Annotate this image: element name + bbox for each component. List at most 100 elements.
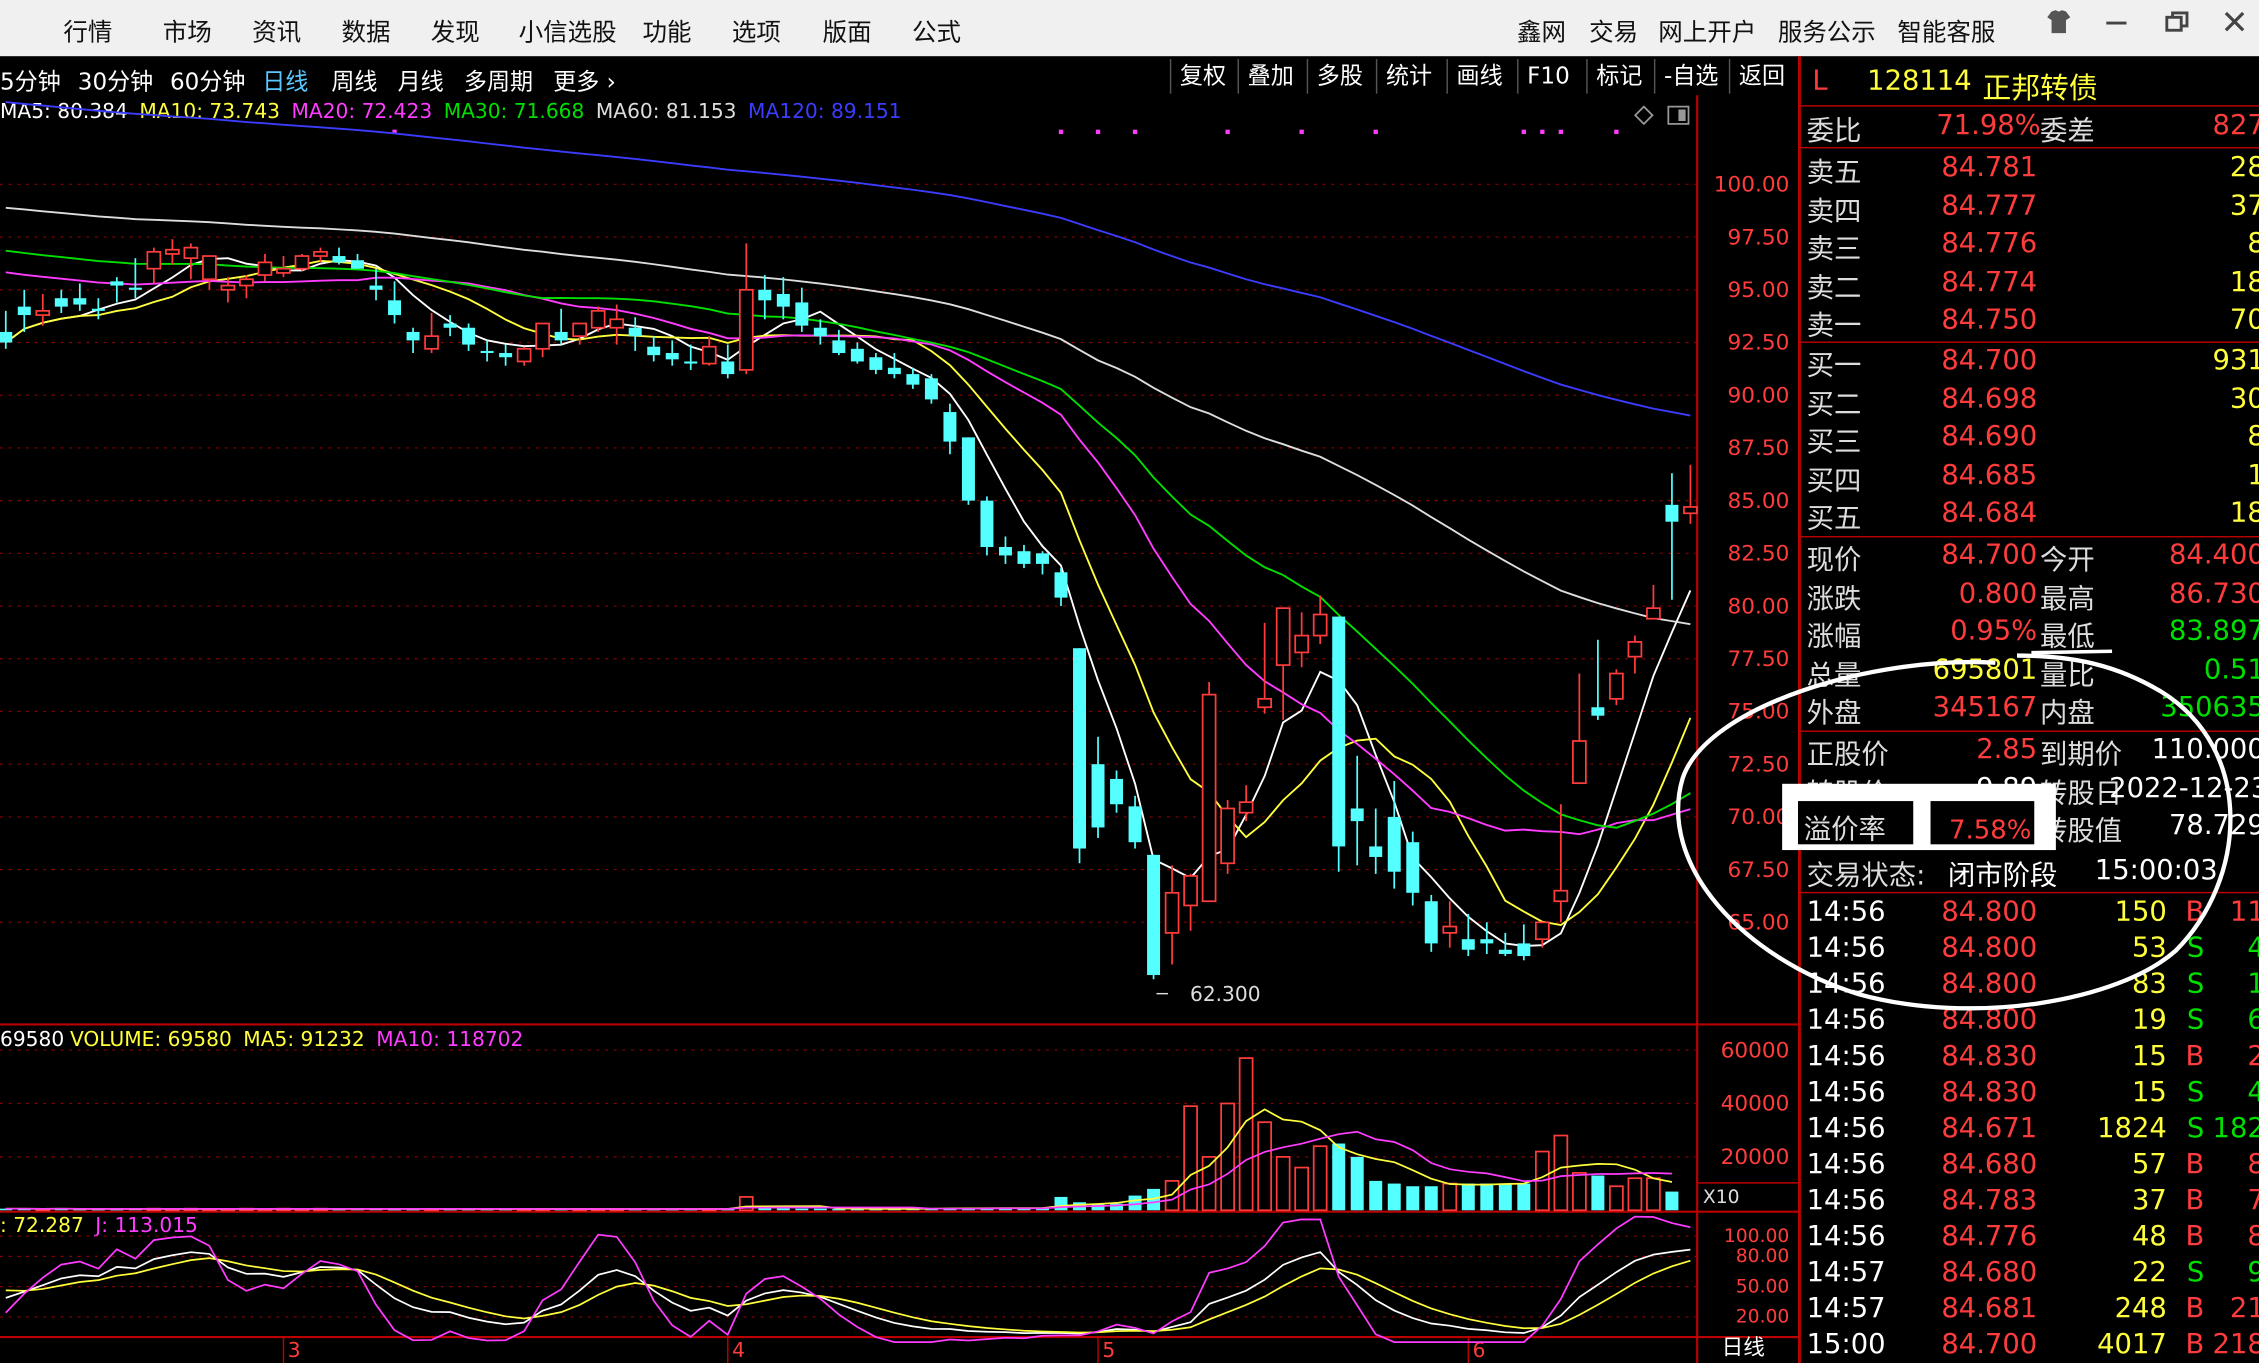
candle[interactable]	[202, 255, 217, 290]
candle[interactable]	[869, 353, 883, 375]
volume-bar[interactable]	[1646, 1177, 1661, 1212]
candle[interactable]	[832, 329, 846, 356]
minimize-icon[interactable]	[2103, 9, 2129, 42]
volume-bar[interactable]	[1332, 1143, 1346, 1211]
volume-bar[interactable]	[1609, 1185, 1624, 1212]
candle[interactable]	[257, 253, 273, 282]
menu-faxian[interactable]: 发现	[431, 12, 480, 48]
volume-bar[interactable]	[1665, 1191, 1679, 1211]
volume-bar[interactable]	[1591, 1175, 1605, 1211]
candle[interactable]	[1517, 924, 1531, 961]
volume-bar[interactable]	[1294, 1166, 1310, 1212]
candle[interactable]	[239, 275, 254, 299]
candle[interactable]	[424, 312, 439, 354]
candle[interactable]	[980, 496, 994, 556]
volume-bar[interactable]	[1498, 1183, 1512, 1211]
volume-bar[interactable]	[1257, 1121, 1272, 1212]
candle[interactable]	[1332, 616, 1346, 872]
candle[interactable]	[572, 322, 588, 345]
period-monthly[interactable]: 月线	[398, 62, 444, 97]
menu-banmian[interactable]: 版面	[823, 12, 872, 48]
candle[interactable]	[17, 289, 31, 332]
shirt-icon[interactable]	[2046, 9, 2072, 42]
event-marker[interactable]	[1095, 129, 1101, 134]
volume-bar[interactable]	[1517, 1183, 1531, 1211]
candle[interactable]	[54, 289, 68, 313]
btn-f10[interactable]: F10	[1517, 59, 1578, 94]
candle[interactable]	[535, 322, 550, 358]
menu-online-account[interactable]: 网上开户	[1658, 12, 1756, 48]
volume-bar[interactable]	[1406, 1186, 1420, 1211]
event-marker[interactable]	[1225, 129, 1230, 134]
candle[interactable]	[1665, 473, 1679, 600]
event-marker[interactable]	[1558, 129, 1564, 134]
volume-bar[interactable]	[1480, 1183, 1494, 1211]
candle[interactable]	[1017, 544, 1031, 569]
menu-zixun[interactable]: 资讯	[252, 12, 301, 48]
btn-diejia[interactable]: 叠加	[1237, 59, 1303, 94]
volume-bar[interactable]	[1312, 1145, 1328, 1212]
menu-shichang[interactable]: 市场	[163, 12, 212, 48]
candle[interactable]	[1164, 865, 1180, 965]
period-weekly[interactable]: 周线	[331, 62, 377, 97]
period-30min[interactable]: 30分钟	[78, 62, 153, 97]
candle[interactable]	[1683, 464, 1698, 524]
candle[interactable]	[406, 327, 420, 354]
candle[interactable]	[1220, 800, 1235, 874]
volume-bar[interactable]	[1275, 1156, 1291, 1212]
period-daily[interactable]: 日线	[262, 62, 308, 97]
volume-bar[interactable]	[1387, 1183, 1401, 1211]
candle[interactable]	[1147, 854, 1161, 980]
candle[interactable]	[1238, 785, 1254, 822]
menu-jiaoyi[interactable]: 交易	[1589, 12, 1638, 48]
candle[interactable]	[1591, 639, 1605, 720]
candle[interactable]	[1646, 584, 1661, 620]
menu-gongneng[interactable]: 功能	[643, 12, 692, 48]
candle[interactable]	[701, 336, 717, 366]
candle[interactable]	[294, 253, 310, 271]
volume-bar[interactable]	[1424, 1186, 1438, 1211]
event-marker[interactable]	[1521, 129, 1526, 134]
volume-bar[interactable]	[1350, 1156, 1364, 1211]
btn-zixuan[interactable]: -自选	[1653, 59, 1727, 94]
period-5min[interactable]: 5分钟	[0, 62, 61, 97]
candle[interactable]	[1424, 894, 1438, 952]
candle[interactable]	[1442, 901, 1458, 948]
candle[interactable]	[758, 275, 772, 320]
diamond-icon[interactable]	[1633, 105, 1654, 126]
event-marker[interactable]	[1058, 129, 1064, 134]
candle[interactable]	[1627, 635, 1643, 674]
menu-smart-service[interactable]: 智能客服	[1897, 12, 1995, 48]
candle[interactable]	[183, 243, 199, 280]
candle[interactable]	[332, 247, 346, 265]
candle[interactable]	[1609, 669, 1624, 706]
period-multi[interactable]: 多周期	[464, 62, 533, 97]
menu-service-notice[interactable]: 服务公示	[1778, 12, 1876, 48]
event-marker[interactable]	[1540, 129, 1545, 134]
candle[interactable]	[647, 336, 661, 362]
period-more[interactable]: 更多 ›	[553, 62, 616, 97]
candle[interactable]	[369, 268, 383, 301]
volume-bar[interactable]	[1572, 1172, 1587, 1212]
btn-fuquan[interactable]: 复权	[1169, 59, 1235, 94]
candle[interactable]	[1312, 595, 1328, 645]
candle[interactable]	[1350, 755, 1364, 866]
event-marker[interactable]	[1373, 129, 1378, 134]
period-60min[interactable]: 60分钟	[170, 62, 245, 97]
volume-bar[interactable]	[1238, 1057, 1254, 1212]
candle[interactable]	[850, 342, 864, 364]
volume-bar[interactable]	[1553, 1134, 1569, 1212]
candle[interactable]	[146, 247, 162, 284]
restore-icon[interactable]	[2164, 9, 2190, 42]
candle[interactable]	[1257, 622, 1272, 714]
event-marker[interactable]	[1614, 129, 1619, 134]
volume-bar[interactable]	[1442, 1182, 1458, 1212]
candle[interactable]	[1201, 681, 1217, 903]
candle[interactable]	[165, 239, 180, 265]
menu-xiaoxin-xuangu[interactable]: 小信选股	[519, 12, 617, 48]
candle[interactable]	[351, 253, 364, 269]
event-marker[interactable]	[1299, 129, 1304, 134]
candle[interactable]	[554, 308, 568, 345]
candle[interactable]	[313, 247, 328, 263]
btn-huaxian[interactable]: 画线	[1446, 59, 1511, 94]
